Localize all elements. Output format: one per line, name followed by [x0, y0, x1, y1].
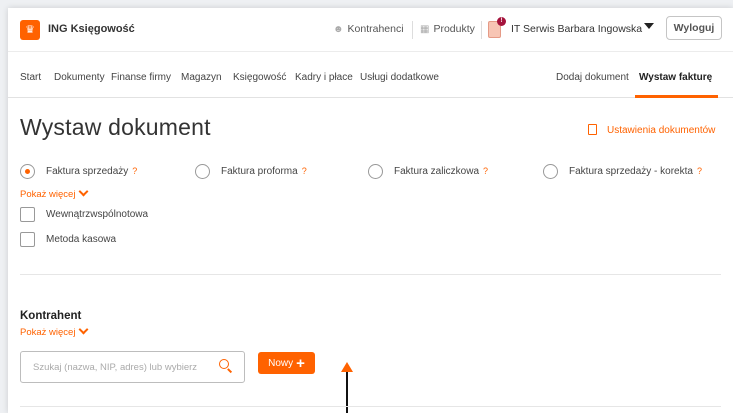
- main-nav: Start Dokumenty Finanse firmy Magazyn Ks…: [8, 52, 733, 98]
- radio-label: Faktura sprzedaży: [46, 166, 129, 177]
- grid-icon: ▦: [420, 24, 430, 35]
- brand-name[interactable]: ING Księgowość: [48, 23, 135, 35]
- new-contractor-button[interactable]: Nowy +: [258, 352, 315, 374]
- chevron-down-icon: [79, 324, 89, 335]
- ing-lion-logo-icon[interactable]: ♛: [20, 20, 40, 40]
- chevron-down-icon: [79, 186, 89, 197]
- contractor-show-more-toggle[interactable]: Pokaż więcej: [20, 324, 89, 338]
- contractor-section-title: Kontrahent: [20, 310, 82, 322]
- show-more-toggle[interactable]: Pokaż więcej: [20, 186, 89, 200]
- page-title: Wystaw dokument: [20, 114, 211, 140]
- nav-start[interactable]: Start: [20, 72, 41, 83]
- caret-down-icon[interactable]: [644, 23, 654, 29]
- logout-button[interactable]: Wyloguj: [666, 16, 722, 40]
- nav-additional-services[interactable]: Usługi dodatkowe: [360, 72, 439, 83]
- radio-proforma-invoice[interactable]: Faktura proforma?: [195, 164, 355, 180]
- nav-company-finance[interactable]: Finanse firmy: [111, 72, 171, 83]
- checkbox[interactable]: [20, 232, 35, 247]
- nav-add-document[interactable]: Dodaj dokument: [556, 72, 629, 83]
- nav-warehouse[interactable]: Magazyn: [181, 72, 222, 83]
- help-icon[interactable]: ?: [697, 166, 702, 176]
- checkbox-cash-method[interactable]: Metoda kasowa: [20, 232, 200, 248]
- products-link[interactable]: ▦ Produkty: [420, 23, 475, 35]
- products-link-label: Produkty: [433, 23, 475, 35]
- document-settings-link[interactable]: Ustawienia dokumentów: [588, 124, 715, 136]
- search-icon[interactable]: [219, 359, 229, 369]
- top-bar: ♛ ING Księgowość ☻ Kontrahenci ▦ Produkty …: [8, 8, 733, 52]
- help-icon[interactable]: ?: [132, 166, 137, 176]
- divider: [481, 21, 482, 39]
- radio-button-selected[interactable]: [20, 164, 35, 179]
- checkbox-intra-community[interactable]: Wewnątrzwspólnotowa: [20, 207, 200, 223]
- radio-button[interactable]: [543, 164, 558, 179]
- help-icon[interactable]: ?: [302, 166, 307, 176]
- radio-label: Faktura zaliczkowa: [394, 166, 480, 177]
- nav-accounting[interactable]: Księgowość: [233, 72, 286, 83]
- radio-sales-invoice-correction[interactable]: Faktura sprzedaży - korekta?: [543, 164, 723, 180]
- nav-issue-invoice[interactable]: Wystaw fakturę: [639, 72, 712, 83]
- help-icon[interactable]: ?: [483, 166, 488, 176]
- section-divider: [20, 274, 721, 275]
- section-divider: [20, 406, 721, 407]
- checkbox[interactable]: [20, 207, 35, 222]
- contractors-link-label: Kontrahenci: [347, 23, 404, 35]
- new-button-label: Nowy: [268, 357, 294, 369]
- company-name[interactable]: IT Serwis Barbara Ingowska: [511, 23, 642, 35]
- users-icon: ☻: [333, 24, 344, 35]
- show-more-label: Pokaż więcej: [20, 327, 76, 338]
- annotation-arrow-up-icon: [341, 362, 353, 372]
- radio-button[interactable]: [368, 164, 383, 179]
- app-window: ♛ ING Księgowość ☻ Kontrahenci ▦ Produkty …: [8, 8, 733, 413]
- radio-advance-invoice[interactable]: Faktura zaliczkowa?: [368, 164, 528, 180]
- checkbox-label: Wewnątrzwspólnotowa: [46, 209, 149, 220]
- radio-button[interactable]: [195, 164, 210, 179]
- contractors-link[interactable]: ☻ Kontrahenci: [333, 23, 404, 35]
- active-tab-indicator: [635, 95, 718, 98]
- radio-sales-invoice[interactable]: Faktura sprzedaży?: [20, 164, 190, 180]
- document-settings-icon: [588, 124, 597, 135]
- nav-documents[interactable]: Dokumenty: [54, 72, 105, 83]
- document-settings-label: Ustawienia dokumentów: [607, 125, 716, 136]
- radio-label: Faktura sprzedaży - korekta: [569, 166, 693, 177]
- nav-hr-payroll[interactable]: Kadry i płace: [295, 72, 353, 83]
- plus-icon: +: [296, 354, 305, 372]
- contractor-search-input[interactable]: [20, 351, 245, 383]
- radio-label: Faktura proforma: [221, 166, 298, 177]
- checkbox-label: Metoda kasowa: [46, 234, 117, 245]
- show-more-label: Pokaż więcej: [20, 189, 76, 200]
- notification-badge: !: [497, 17, 506, 26]
- divider: [412, 21, 413, 39]
